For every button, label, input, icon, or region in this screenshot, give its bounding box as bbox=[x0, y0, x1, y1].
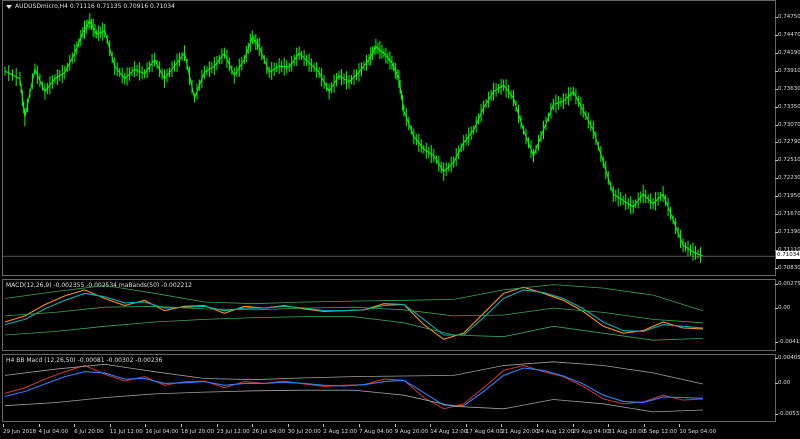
y-tick-label: 0.73350 bbox=[775, 104, 800, 110]
x-tick-label: 9 Aug 20:00 bbox=[394, 424, 428, 435]
y-tick-label: 0.71390 bbox=[775, 229, 800, 235]
bb-macd-svg bbox=[4, 361, 704, 413]
svg-macd-series-3 bbox=[4, 305, 704, 324]
svg-bb-series-2 bbox=[4, 361, 704, 385]
x-tick-label: 10 Sep 04:00 bbox=[679, 424, 716, 435]
macd-pane[interactable]: MACD(12,26,9) -0.002355 -0.002534 maBand… bbox=[2, 279, 776, 351]
svg-main-series-0 bbox=[4, 20, 704, 257]
x-tick-label: 24 Aug 12:00 bbox=[537, 424, 574, 435]
x-tick-label: 16 Jul 04:00 bbox=[145, 424, 178, 435]
x-tick-label: 14 Aug 12:00 bbox=[430, 424, 467, 435]
x-tick-label: 29 Jun 2018 bbox=[3, 424, 36, 435]
x-tick-label: 31 Aug 20:00 bbox=[608, 424, 645, 435]
y-tick-label: 0.72510 bbox=[775, 157, 800, 163]
y-tick-label: 0.70830 bbox=[775, 265, 800, 271]
time-axis: 29 Jun 2018 4 Jul 04:00 6 Jul 20:00 11 Jul … bbox=[0, 424, 800, 439]
x-tick-label: 7 Aug 04:00 bbox=[359, 424, 393, 435]
x-tick-label: 6 Jul 20:00 bbox=[74, 424, 104, 435]
bb-macd-pane[interactable]: H4 BB Macd (12,26,50) -0.00081 -0.00302 … bbox=[2, 354, 776, 422]
y-tick-label: 0.74470 bbox=[775, 32, 800, 38]
x-tick-label: 5 Sep 12:00 bbox=[643, 424, 677, 435]
price-y-axis: 0.74750 0.74470 0.74190 0.73910 0.73630 0.733… bbox=[775, 0, 800, 276]
x-tick-label: 26 Jul 04:00 bbox=[252, 424, 285, 435]
y-tick-label: 0.00 bbox=[775, 380, 790, 386]
svg-bb-series-1 bbox=[4, 367, 704, 407]
x-tick-label: 30 Jul 20:00 bbox=[287, 424, 321, 435]
current-price-label: 0.71034 bbox=[776, 251, 800, 260]
y-tick-label: 0.73070 bbox=[775, 122, 800, 128]
y-tick-label: 0.71950 bbox=[775, 193, 800, 199]
y-tick-label: 0.00405 bbox=[775, 355, 800, 361]
y-tick-label: 0.73910 bbox=[775, 68, 800, 74]
x-tick-label: 23 Jul 12:00 bbox=[216, 424, 250, 435]
x-tick-label: 4 Jul 04:00 bbox=[38, 424, 68, 435]
y-tick-label: 0.71670 bbox=[775, 211, 800, 217]
y-tick-label: 0.002759 bbox=[775, 281, 800, 287]
x-tick-label: 2 Aug 12:00 bbox=[323, 424, 357, 435]
x-tick-label: 17 Aug 04:00 bbox=[465, 424, 503, 435]
svg-macd-series-1 bbox=[4, 289, 704, 336]
macd-svg bbox=[4, 284, 704, 341]
macd-y-axis: 0.002759 0.00 -0.004156 bbox=[775, 279, 800, 351]
y-tick-label: 0.74190 bbox=[775, 50, 800, 56]
bb-macd-y-axis: 0.00405 0.00 -0.00533 bbox=[775, 354, 800, 422]
x-tick-label: 11 Jul 12:00 bbox=[109, 424, 143, 435]
y-tick-label: 0.72790 bbox=[775, 139, 800, 145]
x-tick-label: 18 Jul 20:00 bbox=[181, 424, 214, 435]
y-tick-label: -0.004156 bbox=[775, 339, 800, 345]
y-tick-label: 0.73630 bbox=[775, 86, 800, 92]
svg-macd-series-4 bbox=[4, 316, 704, 341]
y-tick-label: 0.74750 bbox=[775, 14, 800, 20]
x-tick-label: 29 Aug 04:00 bbox=[572, 424, 610, 435]
y-tick-label: 0.00 bbox=[775, 305, 790, 311]
svg-macd-series-0 bbox=[4, 286, 704, 340]
y-tick-label: 0.72230 bbox=[775, 175, 800, 181]
y-tick-label: -0.00533 bbox=[775, 411, 800, 417]
price-chart-pane[interactable]: AUDUSDmicro,H4 0.71116 0.71135 0.70916 0… bbox=[2, 0, 776, 276]
price-chart-svg bbox=[3, 13, 775, 263]
svg-bb-series-3 bbox=[4, 389, 704, 413]
svg-bb-series-0 bbox=[4, 364, 704, 410]
x-tick-label: 21 Aug 20:00 bbox=[501, 424, 538, 435]
